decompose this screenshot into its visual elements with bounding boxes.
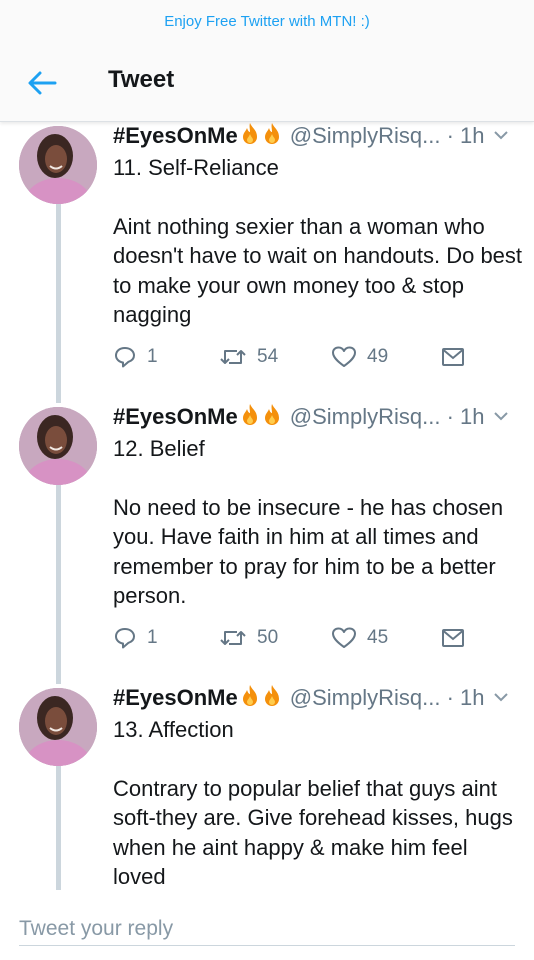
tweet-header: #EyesOnMe @SimplyRisq... · 1h: [113, 403, 523, 435]
reply-count: 1: [147, 346, 158, 367]
heart-icon[interactable]: [331, 626, 357, 650]
tweet-subject: 13. Affection: [113, 717, 234, 742]
like-button[interactable]: 49: [331, 343, 388, 371]
tweet-subject: 12. Belief: [113, 436, 205, 461]
avatar[interactable]: [19, 688, 97, 766]
retweet-button[interactable]: 50: [219, 624, 278, 652]
handle[interactable]: @SimplyRisq...: [290, 123, 441, 148]
avatar[interactable]: [19, 407, 97, 485]
reply-button[interactable]: 1: [113, 343, 158, 371]
thread-line: [56, 204, 61, 403]
avatar[interactable]: [19, 126, 97, 204]
reply-icon[interactable]: [113, 626, 137, 650]
retweet-button[interactable]: 54: [219, 343, 278, 371]
tweet-text: Contrary to popular belief that guys ain…: [113, 776, 513, 889]
page-title: Tweet: [108, 66, 175, 93]
tweet-actions: 1 54 49: [113, 343, 523, 371]
timestamp[interactable]: · 1h: [447, 123, 485, 148]
tweet-actions: 1 50 45: [113, 624, 523, 652]
thread-line: [56, 485, 61, 684]
retweet-count: 54: [257, 346, 279, 367]
like-count: 45: [367, 627, 389, 648]
tweet-subject: 11. Self-Reliance: [113, 155, 279, 180]
display-name[interactable]: #EyesOnMe: [113, 123, 238, 148]
fire-emoji-icon: [242, 123, 257, 144]
timestamp[interactable]: · 1h: [447, 685, 485, 710]
tweet-header: #EyesOnMe @SimplyRisq... · 1h: [113, 684, 523, 716]
heart-icon[interactable]: [331, 345, 357, 369]
arrow-left-icon[interactable]: [26, 69, 58, 97]
fire-emoji-icon: [264, 685, 279, 706]
tweet-card[interactable]: #EyesOnMe @SimplyRisq... · 1h 13. Affecti…: [0, 684, 534, 890]
chevron-down-icon[interactable]: [493, 129, 509, 141]
retweet-count: 50: [257, 627, 279, 648]
promo-banner[interactable]: Enjoy Free Twitter with MTN! :): [0, 0, 534, 44]
retweet-icon[interactable]: [219, 345, 247, 369]
fire-emoji-icon: [264, 123, 279, 144]
chevron-down-icon[interactable]: [493, 691, 509, 703]
direct-message-button[interactable]: [441, 624, 465, 652]
fire-emoji-icon: [264, 404, 279, 425]
display-name[interactable]: #EyesOnMe: [113, 404, 238, 429]
reply-input[interactable]: [19, 912, 515, 946]
timestamp[interactable]: · 1h: [447, 404, 485, 429]
reply-icon[interactable]: [113, 345, 137, 369]
direct-message-button[interactable]: [441, 343, 465, 371]
tweet-thread[interactable]: #EyesOnMe @SimplyRisq... · 1h 11. Self-Re…: [0, 122, 534, 890]
retweet-icon[interactable]: [219, 626, 247, 650]
fire-emoji-icon: [242, 404, 257, 425]
reply-button[interactable]: 1: [113, 624, 158, 652]
back-button[interactable]: [26, 69, 58, 97]
tweet-text: No need to be insecure - he has chosen y…: [113, 495, 504, 608]
tweet-card[interactable]: #EyesOnMe @SimplyRisq... · 1h 11. Self-Re…: [0, 122, 534, 403]
tweet-card[interactable]: #EyesOnMe @SimplyRisq... · 1h 12. Belief …: [0, 403, 534, 684]
like-count: 49: [367, 346, 389, 367]
handle[interactable]: @SimplyRisq...: [290, 685, 441, 710]
app-header: Tweet: [0, 44, 534, 122]
tweet-text: Aint nothing sexier than a woman who doe…: [113, 214, 523, 327]
like-button[interactable]: 45: [331, 624, 388, 652]
fire-emoji-icon: [242, 685, 257, 706]
chevron-down-icon[interactable]: [493, 410, 509, 422]
handle[interactable]: @SimplyRisq...: [290, 404, 441, 429]
envelope-icon[interactable]: [441, 627, 465, 649]
reply-count: 1: [147, 627, 158, 648]
envelope-icon[interactable]: [441, 346, 465, 368]
thread-line: [56, 766, 61, 890]
tweet-header: #EyesOnMe @SimplyRisq... · 1h: [113, 122, 523, 154]
reply-bar: [0, 890, 534, 960]
display-name[interactable]: #EyesOnMe: [113, 685, 238, 710]
